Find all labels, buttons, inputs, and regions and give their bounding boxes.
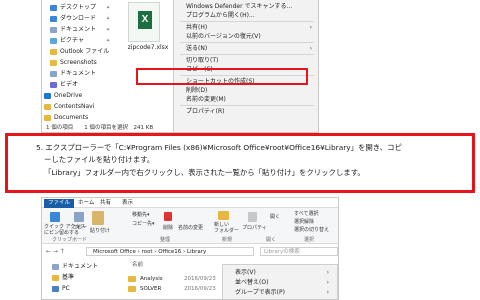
copy-icon[interactable] bbox=[74, 212, 84, 222]
menu-separator bbox=[180, 21, 314, 22]
copy-to-button[interactable]: コピー先▾ bbox=[132, 220, 155, 227]
ribbon-tab[interactable]: 共有 bbox=[96, 199, 115, 208]
context-menu-label: 並べ替え(O) bbox=[235, 279, 269, 286]
paste-icon[interactable] bbox=[92, 211, 104, 225]
folder-icon bbox=[52, 275, 59, 281]
menu-separator bbox=[180, 54, 314, 55]
ribbon-tabs: ファイル ホーム 共有 表示 bbox=[42, 198, 338, 208]
nav-item-label: PC bbox=[62, 285, 70, 292]
excel-icon: X bbox=[138, 11, 152, 29]
copy-button[interactable]: コピー bbox=[72, 224, 87, 231]
folder-icon bbox=[50, 5, 57, 11]
context-menu-item[interactable]: 送る(N) › bbox=[174, 44, 318, 54]
group-select: 選択 bbox=[304, 237, 315, 243]
folder-icon bbox=[44, 115, 51, 121]
step-instruction-box: 5. エクスプローラーで「C:¥Program Files (x86)¥Micr… bbox=[5, 133, 475, 193]
context-menu-label: 送る(N) bbox=[186, 45, 208, 52]
folder-icon bbox=[44, 93, 51, 99]
new-folder-icon[interactable] bbox=[218, 211, 229, 220]
context-menu-item[interactable]: プロパティ(R) bbox=[174, 107, 318, 117]
folder-icon bbox=[128, 286, 136, 292]
context-menu-bottom: 表示(V) › 並べ替え(O) › グループで表示(P) › bbox=[222, 264, 338, 299]
new-folder-button[interactable]: 新しい フォルダー bbox=[214, 222, 239, 234]
context-menu-item[interactable]: グループで表示(P) › bbox=[223, 288, 337, 298]
group-clipboard: クリップボード bbox=[52, 237, 88, 243]
invert-selection-button[interactable]: 選択の切り替え bbox=[294, 226, 329, 233]
folder-icon bbox=[50, 71, 57, 77]
context-menu-item[interactable]: 並べ替え(O) › bbox=[223, 278, 337, 288]
paste-button[interactable]: 貼り付け bbox=[90, 227, 110, 234]
context-menu: Windows Defender でスキャンする... プログラムから開く(H).… bbox=[173, 0, 318, 132]
chevron-right-icon: › bbox=[326, 279, 329, 286]
ribbon-tab[interactable]: 表示 bbox=[118, 199, 137, 208]
folder-icon bbox=[50, 16, 57, 22]
delete-icon[interactable] bbox=[164, 212, 172, 221]
folder-icon bbox=[128, 276, 136, 282]
chevron-right-icon: › bbox=[326, 269, 329, 276]
menu-separator bbox=[180, 42, 314, 43]
ribbon-tab[interactable]: ホーム bbox=[74, 199, 98, 208]
copy-highlight-frame bbox=[136, 68, 308, 85]
back-forward-icon[interactable]: ← → ↑ bbox=[46, 248, 65, 255]
ribbon-tab[interactable]: ファイル bbox=[44, 199, 75, 208]
context-menu-item[interactable]: プログラムから開く(H)... bbox=[174, 11, 318, 21]
search-input[interactable]: Libraryの検索 bbox=[260, 247, 338, 256]
folder-icon bbox=[50, 38, 57, 44]
context-menu-item[interactable]: 以前のバージョンの復元(V) bbox=[174, 32, 318, 42]
file-date: 2016/09/23 bbox=[184, 286, 216, 292]
properties-icon[interactable] bbox=[248, 212, 257, 222]
navigation-pane-bottom: ドキュメント 基準 PC bbox=[42, 258, 120, 299]
explorer-screenshot-bottom: ファイル ホーム 共有 表示 クイック アクセス にピン留めする コピー 貼り付け 移… bbox=[41, 197, 339, 300]
folder-icon bbox=[44, 104, 51, 110]
file-date: 2016/09/23 bbox=[184, 276, 216, 282]
select-all-button[interactable]: すべて選択 bbox=[294, 210, 318, 217]
file-name: Analysis bbox=[140, 276, 163, 282]
open-button[interactable]: 開く bbox=[270, 213, 280, 220]
chevron-right-icon: › bbox=[309, 45, 312, 52]
excel-file-icon[interactable]: X bbox=[128, 2, 160, 42]
step-text-line-1: 5. エクスプローラーで「C:¥Program Files (x86)¥Micr… bbox=[36, 143, 402, 152]
folder-icon bbox=[52, 286, 59, 292]
folder-icon bbox=[50, 82, 57, 88]
folder-icon bbox=[50, 49, 57, 55]
folder-icon bbox=[52, 264, 59, 270]
folder-icon bbox=[50, 27, 57, 33]
context-menu-label: 表示(V) bbox=[235, 269, 256, 276]
status-bar: 1 個の項目 1 個の項目を選択 241 KB bbox=[46, 125, 154, 131]
ribbon: クイック アクセス にピン留めする コピー 貼り付け 移動先▾ コピー先▾ 削除… bbox=[42, 208, 338, 244]
group-organize: 整理 bbox=[160, 237, 171, 243]
step-text-line-2: ーしたファイルを貼り付けます。 bbox=[44, 155, 155, 164]
navigation-pane: デスクトップ ✦ ダウンロード ✦ ドキュメント ✦ ピクチャ ✦ Outlook ファイル Sc… bbox=[42, 0, 118, 122]
group-open: 開く bbox=[266, 237, 277, 243]
delete-button[interactable]: 削除 bbox=[163, 224, 173, 231]
context-menu-item[interactable]: 表示(V) › bbox=[223, 268, 337, 278]
folder-icon bbox=[50, 60, 57, 66]
explorer-screenshot-top: デスクトップ ✦ ダウンロード ✦ ドキュメント ✦ ピクチャ ✦ Outlook ファイル Sc… bbox=[41, 0, 319, 133]
context-menu-label: 名前の変更(M) bbox=[186, 96, 226, 103]
context-menu-label: プログラムから開く(H)... bbox=[186, 12, 255, 19]
select-none-button[interactable]: 選択解除 bbox=[294, 218, 314, 225]
properties-button[interactable]: プロパティ bbox=[242, 224, 267, 231]
group-new: 新規 bbox=[222, 237, 233, 243]
menu-separator bbox=[180, 105, 314, 106]
context-menu-label: プロパティ(R) bbox=[186, 108, 225, 115]
move-to-button[interactable]: 移動先▾ bbox=[132, 211, 150, 218]
nav-item[interactable]: PC bbox=[42, 283, 118, 295]
step-text-line-3: 「Library」フォルダー内で右クリックし、表示された一覧から「貼り付け」をク… bbox=[44, 168, 365, 177]
file-name: SOLVER bbox=[140, 286, 162, 292]
pin-icon[interactable] bbox=[50, 212, 60, 222]
chevron-right-icon: › bbox=[326, 289, 329, 296]
file-name: zipcode7.xlsx bbox=[127, 44, 169, 51]
context-menu-item[interactable]: 名前の変更(M) bbox=[174, 95, 318, 105]
context-menu-label: 以前のバージョンの復元(V) bbox=[186, 33, 261, 40]
address-bar[interactable]: Microsoft Office › root › Office16 › Lib… bbox=[86, 247, 254, 256]
context-menu-label: グループで表示(P) bbox=[235, 289, 285, 296]
rename-button[interactable]: 名前の変更 bbox=[178, 224, 203, 231]
